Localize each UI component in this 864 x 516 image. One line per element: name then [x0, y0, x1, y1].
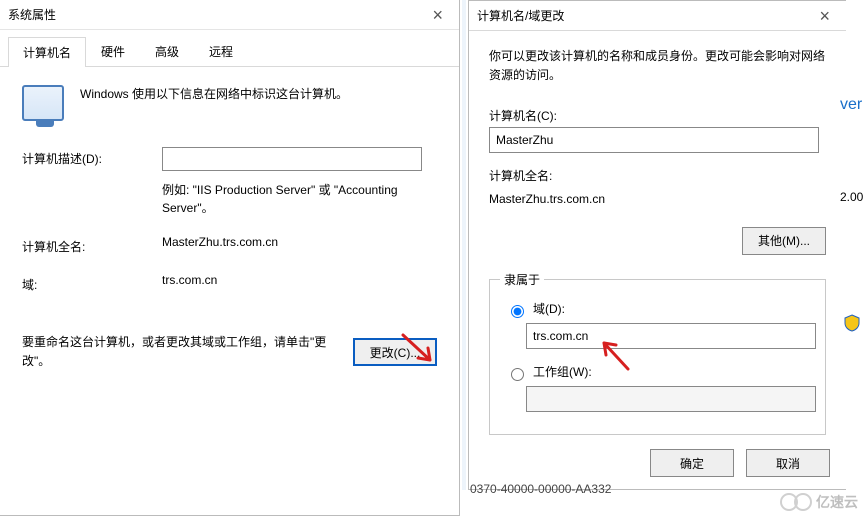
rename-text: 要重命名这台计算机，或者更改其域或工作组，请单击"更改"。: [22, 333, 337, 371]
domain-radio-label: 域(D):: [533, 300, 565, 319]
computer-name-input[interactable]: [489, 127, 819, 153]
tab-advanced[interactable]: 高级: [140, 36, 194, 66]
cancel-button[interactable]: 取消: [746, 449, 830, 477]
tab-hardware[interactable]: 硬件: [86, 36, 140, 66]
intro-text: Windows 使用以下信息在网络中标识这台计算机。: [80, 85, 348, 102]
computer-name-label: 计算机名(C):: [489, 107, 826, 126]
tabs: 计算机名 硬件 高级 远程: [0, 30, 459, 67]
domain-input[interactable]: [526, 323, 816, 349]
shield-icon: [844, 314, 860, 332]
workgroup-radio[interactable]: [511, 368, 524, 381]
background-text: ver: [840, 96, 862, 114]
fullname-value: MasterZhu.trs.com.cn: [489, 190, 826, 209]
other-button[interactable]: 其他(M)...: [742, 227, 826, 255]
domain-radio[interactable]: [511, 305, 524, 318]
tab-remote[interactable]: 远程: [194, 36, 248, 66]
watermark-text: 亿速云: [816, 492, 858, 512]
member-of-group: 隶属于 域(D): 工作组(W):: [489, 279, 826, 435]
background-serial: 0370-40000-00000-AA332: [470, 482, 611, 496]
dialog-title: 计算机名/域更改: [477, 1, 564, 31]
titlebar: 系统属性 ×: [0, 0, 459, 30]
dialog-title: 系统属性: [8, 0, 56, 30]
fullname-label: 计算机全名:: [22, 235, 162, 255]
workgroup-input: [526, 386, 816, 412]
domain-label: 域:: [22, 273, 162, 293]
description-label: 计算机描述(D):: [22, 147, 162, 167]
close-icon[interactable]: ×: [424, 0, 451, 30]
system-properties-dialog: 系统属性 × 计算机名 硬件 高级 远程 Windows 使用以下信息在网络中标…: [0, 0, 460, 516]
description-input[interactable]: [162, 147, 422, 171]
fieldset-legend: 隶属于: [500, 271, 544, 290]
watermark: 亿速云: [780, 492, 858, 512]
close-icon[interactable]: ×: [811, 1, 838, 31]
domain-value: trs.com.cn: [162, 273, 437, 287]
ok-button[interactable]: 确定: [650, 449, 734, 477]
cloud-icon: [794, 493, 812, 511]
info-text: 你可以更改该计算机的名称和成员身份。更改可能会影响对网络资源的访问。: [489, 47, 826, 85]
change-button[interactable]: 更改(C)...: [353, 338, 437, 366]
computer-icon: [22, 85, 64, 121]
fullname-label: 计算机全名:: [489, 167, 826, 186]
workgroup-radio-label: 工作组(W):: [533, 363, 592, 382]
tab-computer-name[interactable]: 计算机名: [8, 37, 86, 67]
background-text: 2.00: [840, 190, 863, 204]
description-hint: 例如: "IIS Production Server" 或 "Accountin…: [162, 181, 437, 217]
titlebar: 计算机名/域更改 ×: [469, 1, 846, 31]
fullname-value: MasterZhu.trs.com.cn: [162, 235, 437, 249]
domain-change-dialog: 计算机名/域更改 × 你可以更改该计算机的名称和成员身份。更改可能会影响对网络资…: [468, 0, 846, 490]
